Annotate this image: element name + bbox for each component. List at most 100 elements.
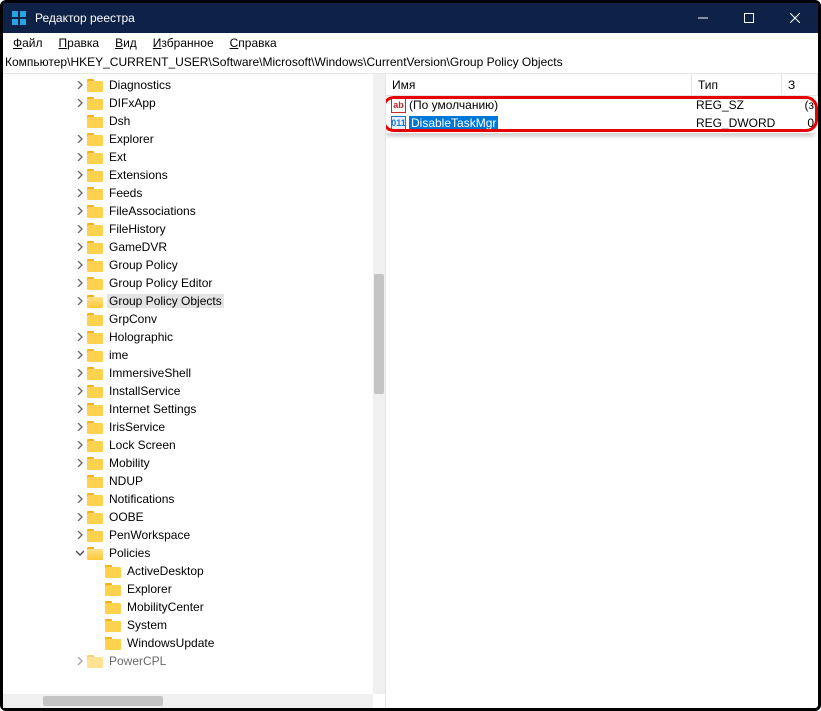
value-data: 0 [780, 116, 818, 130]
close-button[interactable] [772, 3, 818, 33]
tree-scroll-area[interactable]: DiagnosticsDIFxApp Dsh Explorer Ext Extensio… [3, 74, 373, 694]
folder-icon [105, 601, 121, 614]
folder-icon [87, 151, 103, 164]
column-type[interactable]: Тип [692, 74, 782, 95]
column-data[interactable]: З [782, 74, 818, 95]
tree-node[interactable]: MobilityCenter [3, 598, 373, 616]
tree-node[interactable]: Dsh [3, 112, 373, 130]
chevron-right-icon[interactable] [73, 328, 87, 346]
menu-help[interactable]: Справка [222, 35, 285, 51]
tree-node[interactable]: Group Policy [3, 256, 373, 274]
chevron-right-icon[interactable] [73, 130, 87, 148]
tree-node[interactable]: Feeds [3, 184, 373, 202]
chevron-right-icon[interactable] [73, 490, 87, 508]
tree-node[interactable]: DIFxApp [3, 94, 373, 112]
tree-node[interactable]: InstallService [3, 382, 373, 400]
chevron-right-icon[interactable] [73, 382, 87, 400]
chevron-none [91, 562, 105, 580]
tree-node[interactable]: FileAssociations [3, 202, 373, 220]
value-row[interactable]: 011DisableTaskMgrREG_DWORD0 [386, 114, 818, 132]
chevron-right-icon[interactable] [73, 454, 87, 472]
tree-node[interactable]: WindowsUpdate [3, 634, 373, 652]
tree-node[interactable]: Explorer [3, 580, 373, 598]
chevron-none [91, 580, 105, 598]
chevron-right-icon[interactable] [73, 436, 87, 454]
chevron-right-icon[interactable] [73, 400, 87, 418]
chevron-right-icon[interactable] [73, 418, 87, 436]
tree-node[interactable]: Diagnostics [3, 76, 373, 94]
tree-node[interactable]: FileHistory [3, 220, 373, 238]
main-split: DiagnosticsDIFxApp Dsh Explorer Ext Extensio… [3, 73, 818, 708]
tree-node[interactable]: Group Policy Editor [3, 274, 373, 292]
tree-node[interactable]: GrpConv [3, 310, 373, 328]
tree-node[interactable]: NDUP [3, 472, 373, 490]
tree-node[interactable]: Holographic [3, 328, 373, 346]
tree-node-label: OOBE [107, 510, 146, 524]
folder-icon [87, 331, 103, 344]
column-name[interactable]: Имя [386, 74, 692, 95]
address-bar[interactable]: Компьютер\HKEY_CURRENT_USER\Software\Mic… [3, 53, 818, 73]
tree-node[interactable]: System [3, 616, 373, 634]
tree-node[interactable]: Group Policy Objects [3, 292, 373, 310]
chevron-right-icon[interactable] [73, 220, 87, 238]
chevron-right-icon[interactable] [73, 652, 87, 670]
chevron-right-icon[interactable] [73, 238, 87, 256]
tree-node[interactable]: OOBE [3, 508, 373, 526]
tree-node-label: PowerCPL [107, 654, 168, 668]
tree-node[interactable]: Extensions [3, 166, 373, 184]
folder-icon [87, 205, 103, 218]
chevron-right-icon[interactable] [73, 346, 87, 364]
tree-node[interactable]: ime [3, 346, 373, 364]
scrollbar-thumb[interactable] [374, 274, 384, 394]
tree-node[interactable]: ImmersiveShell [3, 364, 373, 382]
tree-node[interactable]: PowerCPL [3, 652, 373, 670]
tree-node[interactable]: ActiveDesktop [3, 562, 373, 580]
regedit-icon [11, 10, 27, 26]
tree-node-label: Dsh [107, 114, 132, 128]
tree-node[interactable]: PenWorkspace [3, 526, 373, 544]
chevron-right-icon[interactable] [73, 508, 87, 526]
menu-favorites[interactable]: Избранное [145, 35, 222, 51]
chevron-right-icon[interactable] [73, 166, 87, 184]
folder-icon [87, 385, 103, 398]
chevron-right-icon[interactable] [73, 148, 87, 166]
chevron-right-icon[interactable] [73, 526, 87, 544]
folder-icon [105, 565, 121, 578]
tree-node[interactable]: Notifications [3, 490, 373, 508]
folder-icon [87, 97, 103, 110]
tree-vertical-scrollbar[interactable] [373, 74, 385, 694]
values-pane: Имя Тип З ab(По умолчанию)REG_SZ(з011Dis… [386, 74, 818, 708]
chevron-right-icon[interactable] [73, 274, 87, 292]
menu-file[interactable]: Файл [5, 35, 51, 51]
tree-node[interactable]: IrisService [3, 418, 373, 436]
chevron-right-icon[interactable] [73, 202, 87, 220]
chevron-right-icon[interactable] [73, 94, 87, 112]
scrollbar-thumb[interactable] [43, 696, 163, 706]
tree-node[interactable]: GameDVR [3, 238, 373, 256]
tree-node[interactable]: Explorer [3, 130, 373, 148]
maximize-button[interactable] [726, 3, 772, 33]
titlebar: Редактор реестра [3, 3, 818, 33]
tree-node[interactable]: Ext [3, 148, 373, 166]
value-row[interactable]: ab(По умолчанию)REG_SZ(з [386, 96, 818, 114]
tree-node[interactable]: Mobility [3, 454, 373, 472]
chevron-right-icon[interactable] [73, 256, 87, 274]
tree-node[interactable]: Lock Screen [3, 436, 373, 454]
folder-icon [87, 187, 103, 200]
minimize-button[interactable] [680, 3, 726, 33]
menu-view[interactable]: Вид [107, 35, 145, 51]
menu-edit[interactable]: Правка [51, 35, 108, 51]
folder-icon [87, 439, 103, 452]
chevron-right-icon[interactable] [73, 364, 87, 382]
folder-icon [105, 583, 121, 596]
value-name: DisableTaskMgr [409, 116, 690, 130]
chevron-right-icon[interactable] [73, 184, 87, 202]
tree-node[interactable]: Policies [3, 544, 373, 562]
chevron-down-icon[interactable] [73, 544, 87, 562]
tree-node-label: Ext [107, 150, 128, 164]
tree-horizontal-scrollbar[interactable] [3, 694, 373, 708]
chevron-right-icon[interactable] [73, 76, 87, 94]
tree-node-label: IrisService [107, 420, 167, 434]
chevron-right-icon[interactable] [73, 292, 87, 310]
tree-node[interactable]: Internet Settings [3, 400, 373, 418]
